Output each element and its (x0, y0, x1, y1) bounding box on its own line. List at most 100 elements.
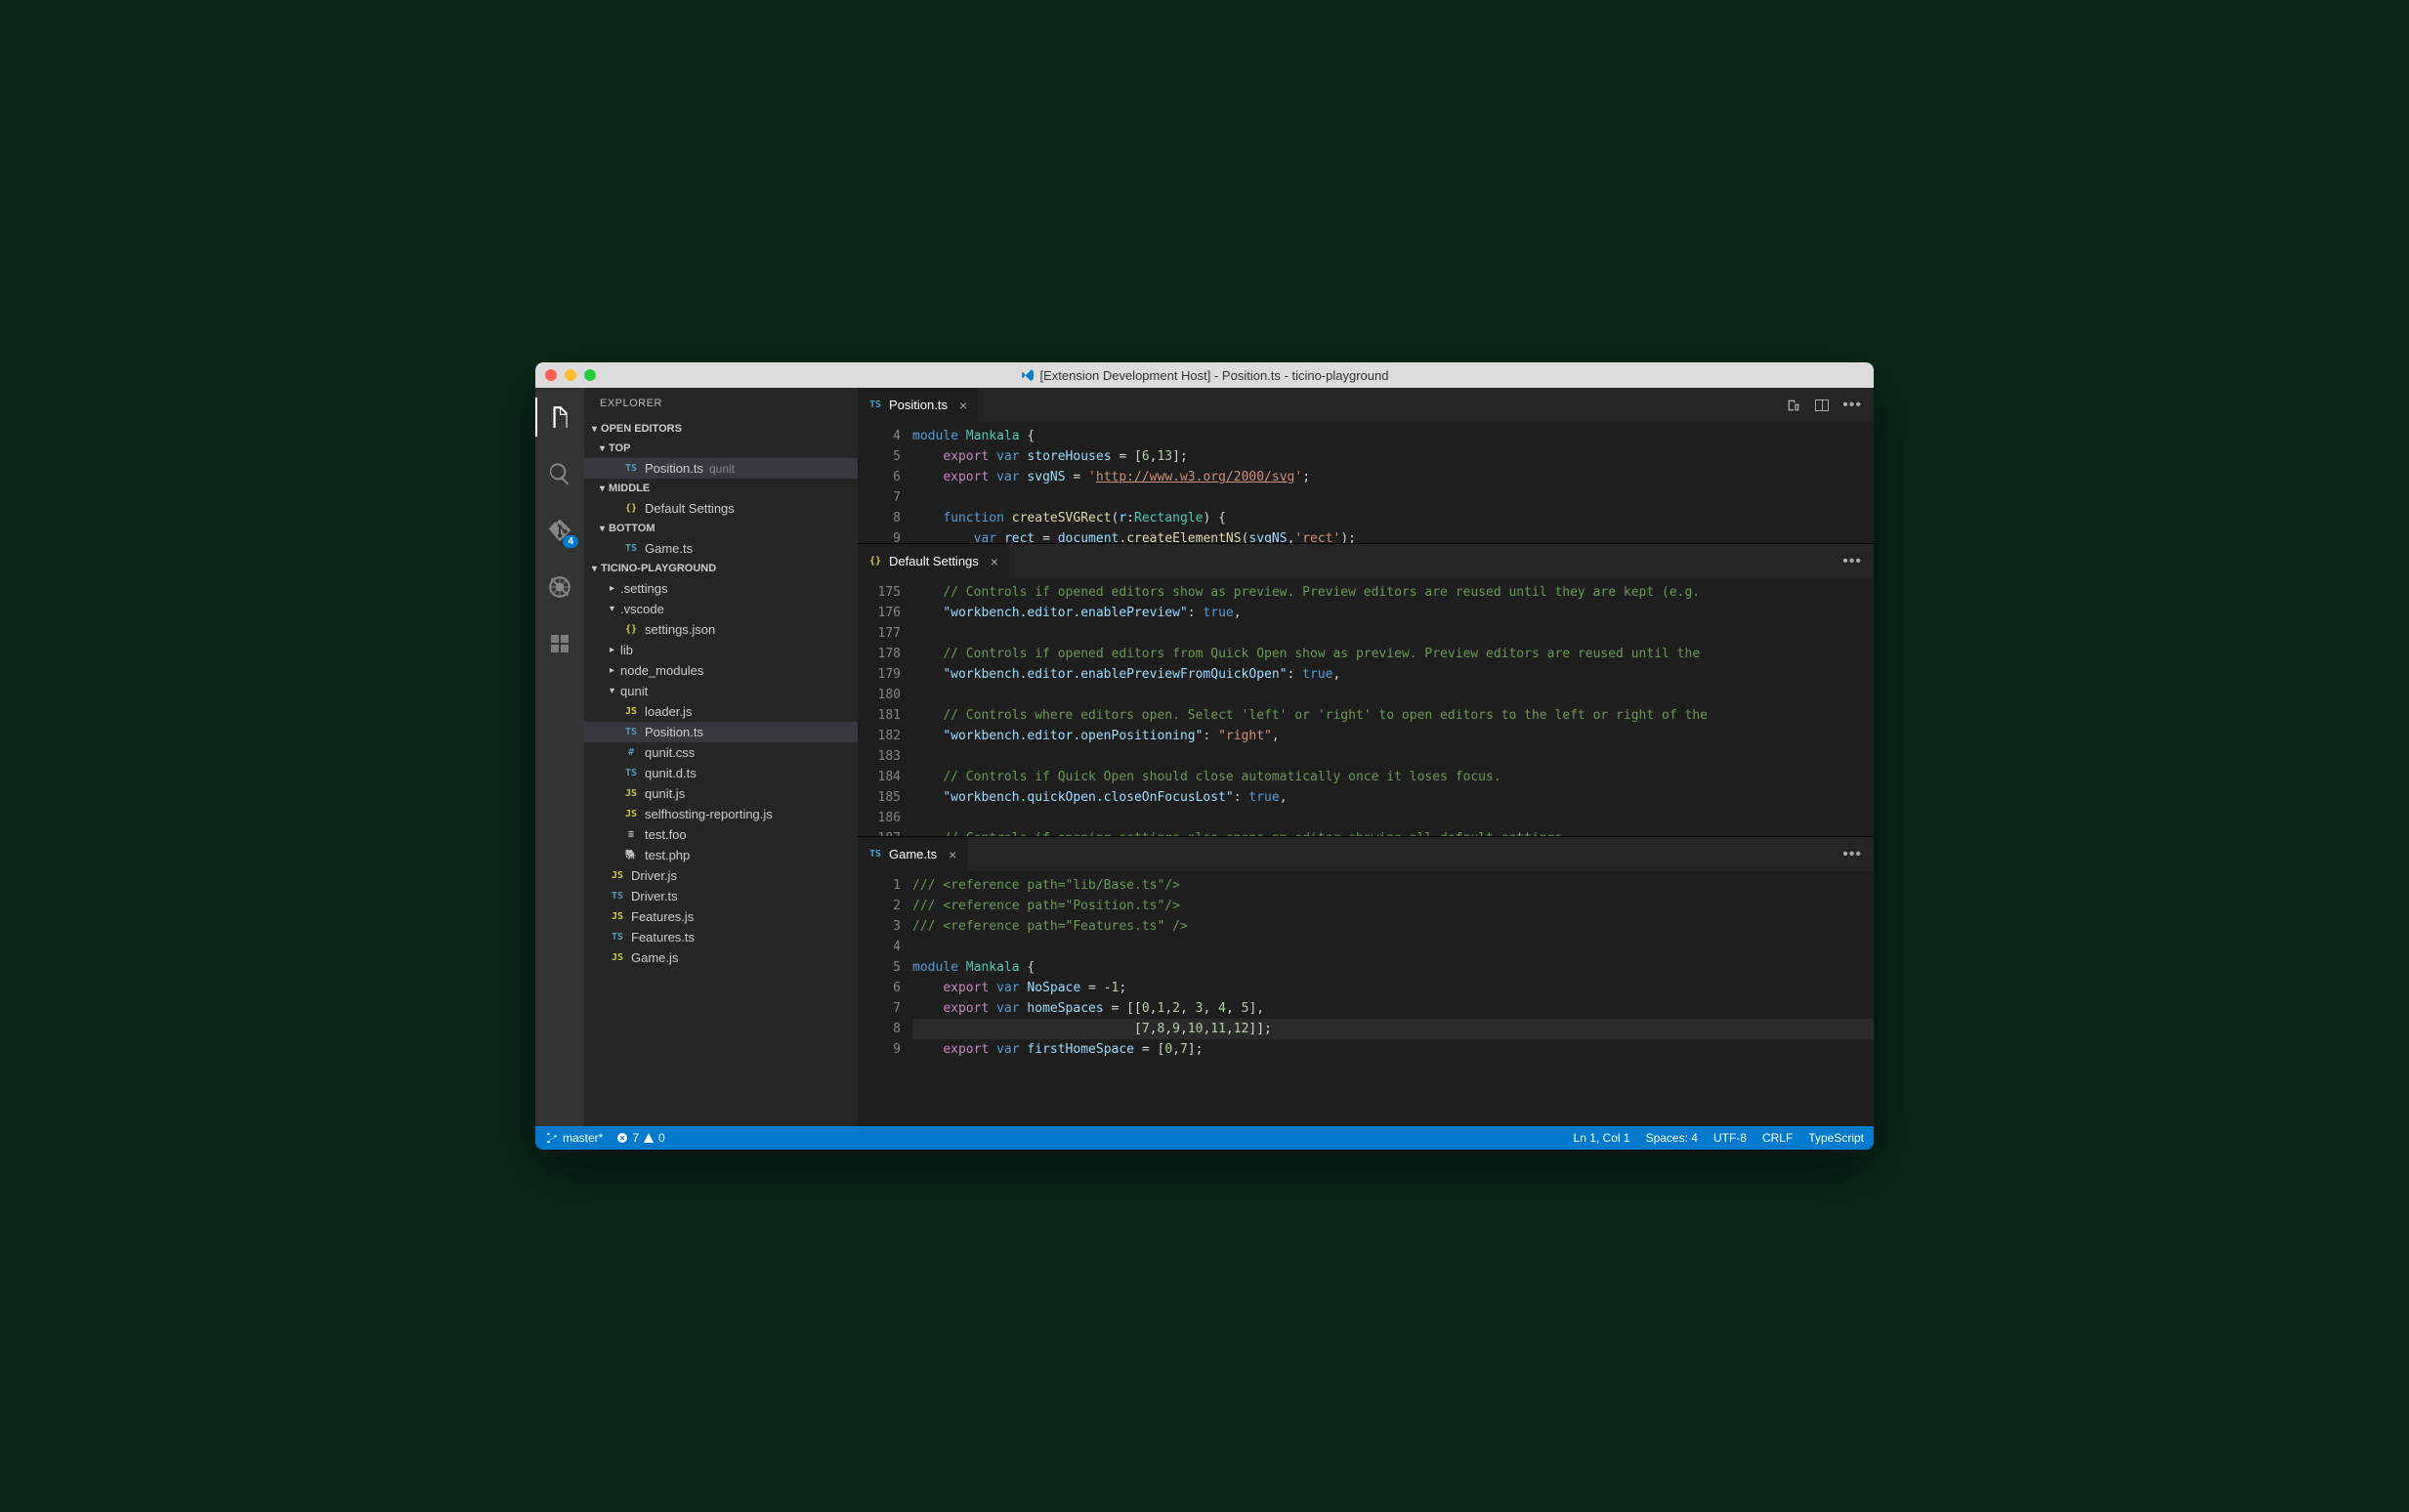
search-activity[interactable] (535, 454, 584, 493)
titlebar: [Extension Development Host] - Position.… (535, 362, 1874, 388)
file-features-js[interactable]: JSFeatures.js (584, 906, 858, 927)
folder-qunit[interactable]: qunit (584, 681, 858, 701)
code-area-middle[interactable]: 175176177178179180181182183184185186187 … (858, 578, 1874, 836)
code-content-top: module Mankala { export var storeHouses … (912, 422, 1874, 543)
status-bar: master* 7 0 Ln 1, Col 1 Spaces: 4 UTF-8 … (535, 1126, 1874, 1150)
tab-actions-bottom: ••• (1842, 837, 1874, 871)
debug-activity[interactable] (535, 567, 584, 607)
file-qunit-css[interactable]: #qunit.css (584, 742, 858, 763)
json-icon: {} (623, 503, 639, 514)
tab-bar-bottom: TS Game.ts × ••• (858, 837, 1874, 871)
status-encoding[interactable]: UTF-8 (1713, 1131, 1747, 1145)
git-activity[interactable]: 4 (535, 511, 584, 550)
close-window-button[interactable] (545, 369, 557, 381)
tab-game[interactable]: TS Game.ts × (858, 837, 967, 871)
status-spaces[interactable]: Spaces: 4 (1646, 1131, 1698, 1145)
ts-icon: TS (610, 932, 625, 943)
json-icon: {} (623, 624, 639, 635)
js-icon: JS (623, 706, 639, 717)
close-tab-icon[interactable]: × (991, 554, 998, 569)
js-icon: JS (610, 911, 625, 922)
open-editor-default-settings[interactable]: {} Default Settings (584, 498, 858, 519)
close-tab-icon[interactable]: × (959, 398, 967, 413)
more-actions-icon[interactable]: ••• (1842, 846, 1862, 863)
group-top-header[interactable]: TOP (584, 439, 858, 458)
file-driver-ts[interactable]: TSDriver.ts (584, 886, 858, 906)
json-icon: {} (867, 556, 883, 567)
file-qunit-js[interactable]: JSqunit.js (584, 783, 858, 804)
activity-bar: 4 (535, 388, 584, 1126)
traffic-lights (535, 369, 596, 381)
files-icon (547, 404, 572, 430)
file-test-foo[interactable]: ≡test.foo (584, 824, 858, 845)
warning-icon (643, 1132, 655, 1144)
status-lncol[interactable]: Ln 1, Col 1 (1574, 1131, 1630, 1145)
file-loader-js[interactable]: JSloader.js (584, 701, 858, 722)
references-icon[interactable] (1786, 398, 1801, 413)
gutter-top: 456789 (858, 422, 912, 543)
tab-position[interactable]: TS Position.ts × (858, 388, 978, 422)
js-icon: JS (623, 788, 639, 799)
group-middle-header[interactable]: MIDDLE (584, 479, 858, 498)
folder-settings[interactable]: .settings (584, 578, 858, 599)
gutter-bottom: 123456789 (858, 871, 912, 1126)
tab-actions-top: ••• (1786, 388, 1874, 422)
explorer-activity[interactable] (535, 398, 584, 437)
status-language[interactable]: TypeScript (1808, 1131, 1864, 1145)
file-qunit-dts[interactable]: TSqunit.d.ts (584, 763, 858, 783)
open-editor-position[interactable]: TS Position.ts qunit (584, 458, 858, 479)
js-icon: JS (623, 809, 639, 819)
ts-icon: TS (867, 399, 883, 410)
more-actions-icon[interactable]: ••• (1842, 553, 1862, 570)
code-content-bottom: /// <reference path="lib/Base.ts"/> /// … (912, 871, 1874, 1126)
branch-icon (545, 1131, 559, 1145)
zoom-window-button[interactable] (584, 369, 596, 381)
code-area-top[interactable]: 456789 module Mankala { export var store… (858, 422, 1874, 543)
tab-bar-top: TS Position.ts × ••• (858, 388, 1874, 422)
status-eol[interactable]: CRLF (1762, 1131, 1793, 1145)
css-icon: # (623, 747, 639, 758)
editor-area: TS Position.ts × ••• 456789 module Manka… (858, 388, 1874, 1126)
ts-icon: TS (867, 849, 883, 860)
search-icon (547, 461, 572, 486)
split-editor-icon[interactable] (1815, 399, 1829, 411)
status-branch[interactable]: master* (545, 1131, 603, 1145)
open-editors-header[interactable]: OPEN EDITORS (584, 419, 858, 439)
code-content-middle: // Controls if opened editors show as pr… (912, 578, 1874, 836)
ts-icon: TS (623, 463, 639, 474)
minimize-window-button[interactable] (565, 369, 576, 381)
file-position-ts[interactable]: TSPosition.ts (584, 722, 858, 742)
window-title: [Extension Development Host] - Position.… (1021, 368, 1389, 383)
folder-lib[interactable]: lib (584, 640, 858, 660)
file-game-js[interactable]: JSGame.js (584, 947, 858, 968)
git-badge: 4 (563, 535, 578, 548)
file-selfhosting-js[interactable]: JSselfhosting-reporting.js (584, 804, 858, 824)
error-icon (616, 1132, 628, 1144)
tab-actions-middle: ••• (1842, 544, 1874, 578)
workspace-header[interactable]: TICINO-PLAYGROUND (584, 559, 858, 578)
js-icon: JS (610, 870, 625, 881)
file-icon: ≡ (623, 829, 639, 840)
main-layout: 4 EXPLORER OPEN EDITORS TOP TS Position.… (535, 388, 1874, 1126)
ts-icon: TS (623, 543, 639, 554)
file-settings-json[interactable]: {}settings.json (584, 619, 858, 640)
status-problems[interactable]: 7 0 (616, 1131, 664, 1145)
editor-group-top: TS Position.ts × ••• 456789 module Manka… (858, 388, 1874, 544)
debug-icon (547, 574, 572, 600)
js-icon: JS (610, 952, 625, 963)
open-editor-game[interactable]: TS Game.ts (584, 538, 858, 559)
file-driver-js[interactable]: JSDriver.js (584, 865, 858, 886)
more-actions-icon[interactable]: ••• (1842, 397, 1862, 414)
tab-bar-middle: {} Default Settings × ••• (858, 544, 1874, 578)
ts-icon: TS (623, 727, 639, 737)
vscode-icon (1021, 368, 1035, 382)
close-tab-icon[interactable]: × (949, 847, 956, 862)
file-features-ts[interactable]: TSFeatures.ts (584, 927, 858, 947)
extensions-activity[interactable] (535, 624, 584, 663)
tab-default-settings[interactable]: {} Default Settings × (858, 544, 1009, 578)
code-area-bottom[interactable]: 123456789 /// <reference path="lib/Base.… (858, 871, 1874, 1126)
folder-node-modules[interactable]: node_modules (584, 660, 858, 681)
group-bottom-header[interactable]: BOTTOM (584, 519, 858, 538)
folder-vscode[interactable]: .vscode (584, 599, 858, 619)
file-test-php[interactable]: 🐘test.php (584, 845, 858, 865)
